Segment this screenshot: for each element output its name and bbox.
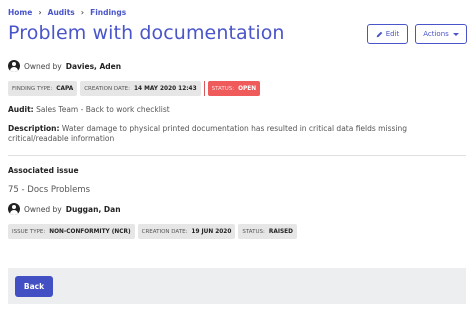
- tag-label: FINDING TYPE:: [12, 85, 53, 92]
- user-avatar-icon: [8, 60, 20, 72]
- breadcrumb: Home › Audits › Findings: [8, 8, 126, 17]
- actions-dropdown-label: Actions: [423, 30, 449, 38]
- owner-prefix: Owned by: [24, 61, 62, 71]
- caret-down-icon: [452, 32, 459, 36]
- tag-value: NON-CONFORMITY (NCR): [49, 228, 131, 235]
- creation-date-tag: CREATION DATE: 19 JUN 2020: [137, 224, 236, 239]
- chevron-right-icon: ›: [38, 8, 42, 17]
- divider: [203, 81, 205, 96]
- description-label: Description:: [8, 124, 60, 133]
- associated-issue-heading: Associated issue: [8, 166, 79, 175]
- tag-value: RAISED: [268, 228, 293, 235]
- issue-tags: ISSUE TYPE: NON-CONFORMITY (NCR) CREATIO…: [8, 224, 297, 239]
- audit-value: Sales Team - Back to work checklist: [36, 105, 170, 114]
- finding-owner: Owned by Davies, Aden: [8, 60, 121, 72]
- divider: [8, 155, 466, 156]
- breadcrumb-findings[interactable]: Findings: [90, 8, 126, 17]
- status-badge: STATUS: RAISED: [238, 224, 297, 239]
- chevron-right-icon: ›: [80, 8, 85, 17]
- creation-date-tag: CREATION DATE: 14 MAY 2020 12:43: [80, 81, 201, 96]
- tag-value: 14 MAY 2020 12:43: [134, 85, 197, 92]
- footer-bar: [8, 268, 466, 304]
- associated-issue-title[interactable]: 75 - Docs Problems: [8, 185, 90, 195]
- tag-label: STATUS:: [242, 228, 265, 235]
- tag-value: CAPA: [56, 85, 74, 92]
- owner-prefix: Owned by: [24, 204, 62, 214]
- tag-label: CREATION DATE:: [84, 85, 131, 92]
- status-badge: STATUS: OPEN: [207, 81, 261, 96]
- edit-button[interactable]: Edit: [367, 24, 408, 44]
- tag-value: 19 JUN 2020: [191, 228, 232, 235]
- issue-type-tag: ISSUE TYPE: NON-CONFORMITY (NCR): [8, 224, 135, 239]
- back-button[interactable]: Back: [15, 276, 53, 297]
- pencil-icon: [376, 31, 383, 37]
- audit-field: Audit: Sales Team - Back to work checkli…: [8, 105, 170, 115]
- finding-type-tag: FINDING TYPE: CAPA: [8, 81, 78, 96]
- issue-owner: Owned by Duggan, Dan: [8, 203, 121, 215]
- edit-button-label: Edit: [385, 30, 400, 38]
- audit-label: Audit:: [8, 105, 34, 114]
- breadcrumb-home[interactable]: Home: [8, 8, 32, 17]
- tag-value: OPEN: [238, 85, 257, 92]
- breadcrumb-audits[interactable]: Audits: [48, 8, 75, 17]
- owner-name: Davies, Aden: [65, 61, 122, 71]
- page-title: Problem with documentation: [8, 22, 285, 44]
- finding-tags: FINDING TYPE: CAPA CREATION DATE: 14 MAY…: [8, 81, 261, 96]
- description-value: Water damage to physical printed documen…: [8, 124, 407, 143]
- user-avatar-icon: [8, 203, 20, 215]
- tag-label: CREATION DATE:: [141, 228, 188, 235]
- tag-label: ISSUE TYPE:: [12, 228, 46, 235]
- actions-dropdown[interactable]: Actions: [415, 24, 467, 44]
- description-field: Description: Water damage to physical pr…: [8, 124, 438, 144]
- owner-name: Duggan, Dan: [65, 204, 121, 214]
- tag-label: STATUS:: [211, 85, 235, 92]
